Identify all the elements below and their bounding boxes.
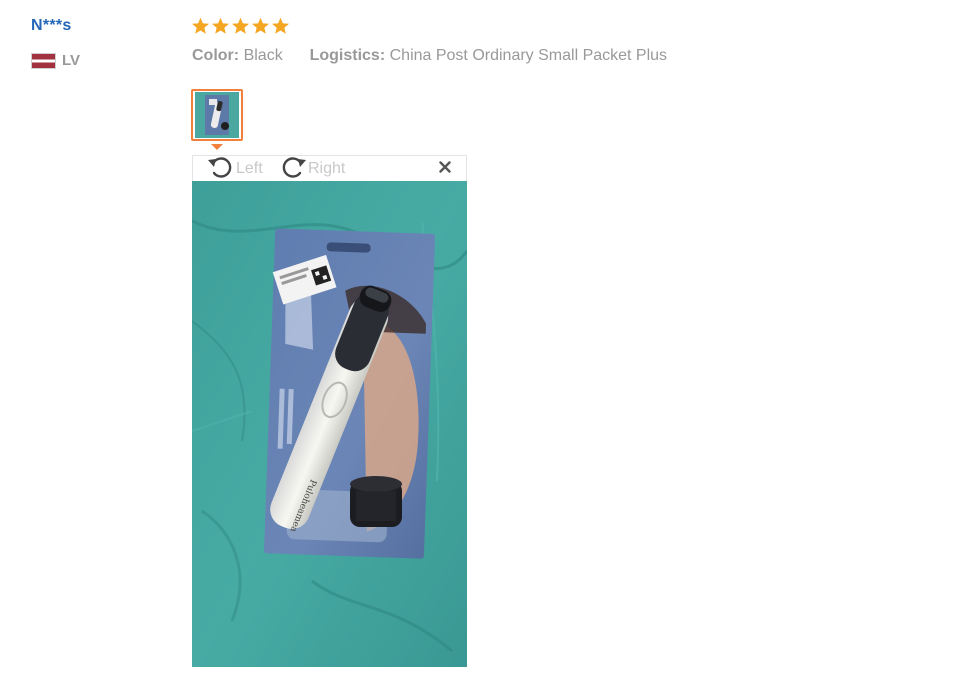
buyer-country: LV [31, 52, 80, 69]
latvia-flag-icon [31, 52, 56, 69]
star-icon [271, 17, 290, 35]
logistics-label: Logistics: [309, 47, 386, 64]
order-attributes: Color: Black Logistics: China Post Ordin… [192, 47, 667, 65]
star-icon [231, 17, 250, 35]
rotate-left-button[interactable]: Left [206, 156, 263, 182]
star-icon [251, 17, 270, 35]
viewer-toolbar: Left Right [192, 155, 467, 181]
logistics-value: China Post Ordinary Small Packet Plus [389, 47, 668, 64]
color-value: Black [243, 47, 283, 64]
rotate-left-icon [206, 154, 236, 185]
thumbnail-pointer [211, 144, 223, 150]
photo-viewer: Left Right Puloheamea [192, 155, 467, 667]
rotate-left-label: Left [236, 160, 263, 177]
rotate-right-button[interactable]: Right [278, 156, 345, 182]
close-icon [439, 160, 451, 178]
review-photo-large: Puloheamea [192, 181, 467, 667]
review-photo-thumbnail[interactable] [191, 89, 243, 141]
country-code: LV [62, 52, 81, 69]
star-rating [191, 17, 290, 35]
rotate-right-icon [278, 154, 308, 185]
rotate-right-label: Right [308, 160, 346, 177]
star-icon [211, 17, 230, 35]
color-label: Color: [192, 47, 240, 64]
thumbnail-image [195, 92, 239, 138]
close-viewer-button[interactable] [437, 161, 453, 177]
review-photo-image: Puloheamea [192, 181, 467, 667]
buyer-name[interactable]: N***s [31, 17, 72, 35]
star-icon [191, 17, 210, 35]
